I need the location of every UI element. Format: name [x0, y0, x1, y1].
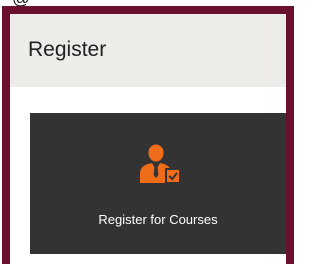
page: @ Register — [0, 0, 296, 264]
panel-title: Register — [28, 38, 107, 61]
tile-label: Register for Courses — [98, 212, 218, 227]
panel-header: Register — [10, 14, 286, 87]
panel-body: Register for Courses — [10, 87, 286, 264]
register-panel: Register Register for Courses — [2, 6, 294, 264]
user-check-icon — [140, 144, 180, 183]
register-for-courses-tile[interactable]: Register for Courses — [30, 113, 286, 254]
